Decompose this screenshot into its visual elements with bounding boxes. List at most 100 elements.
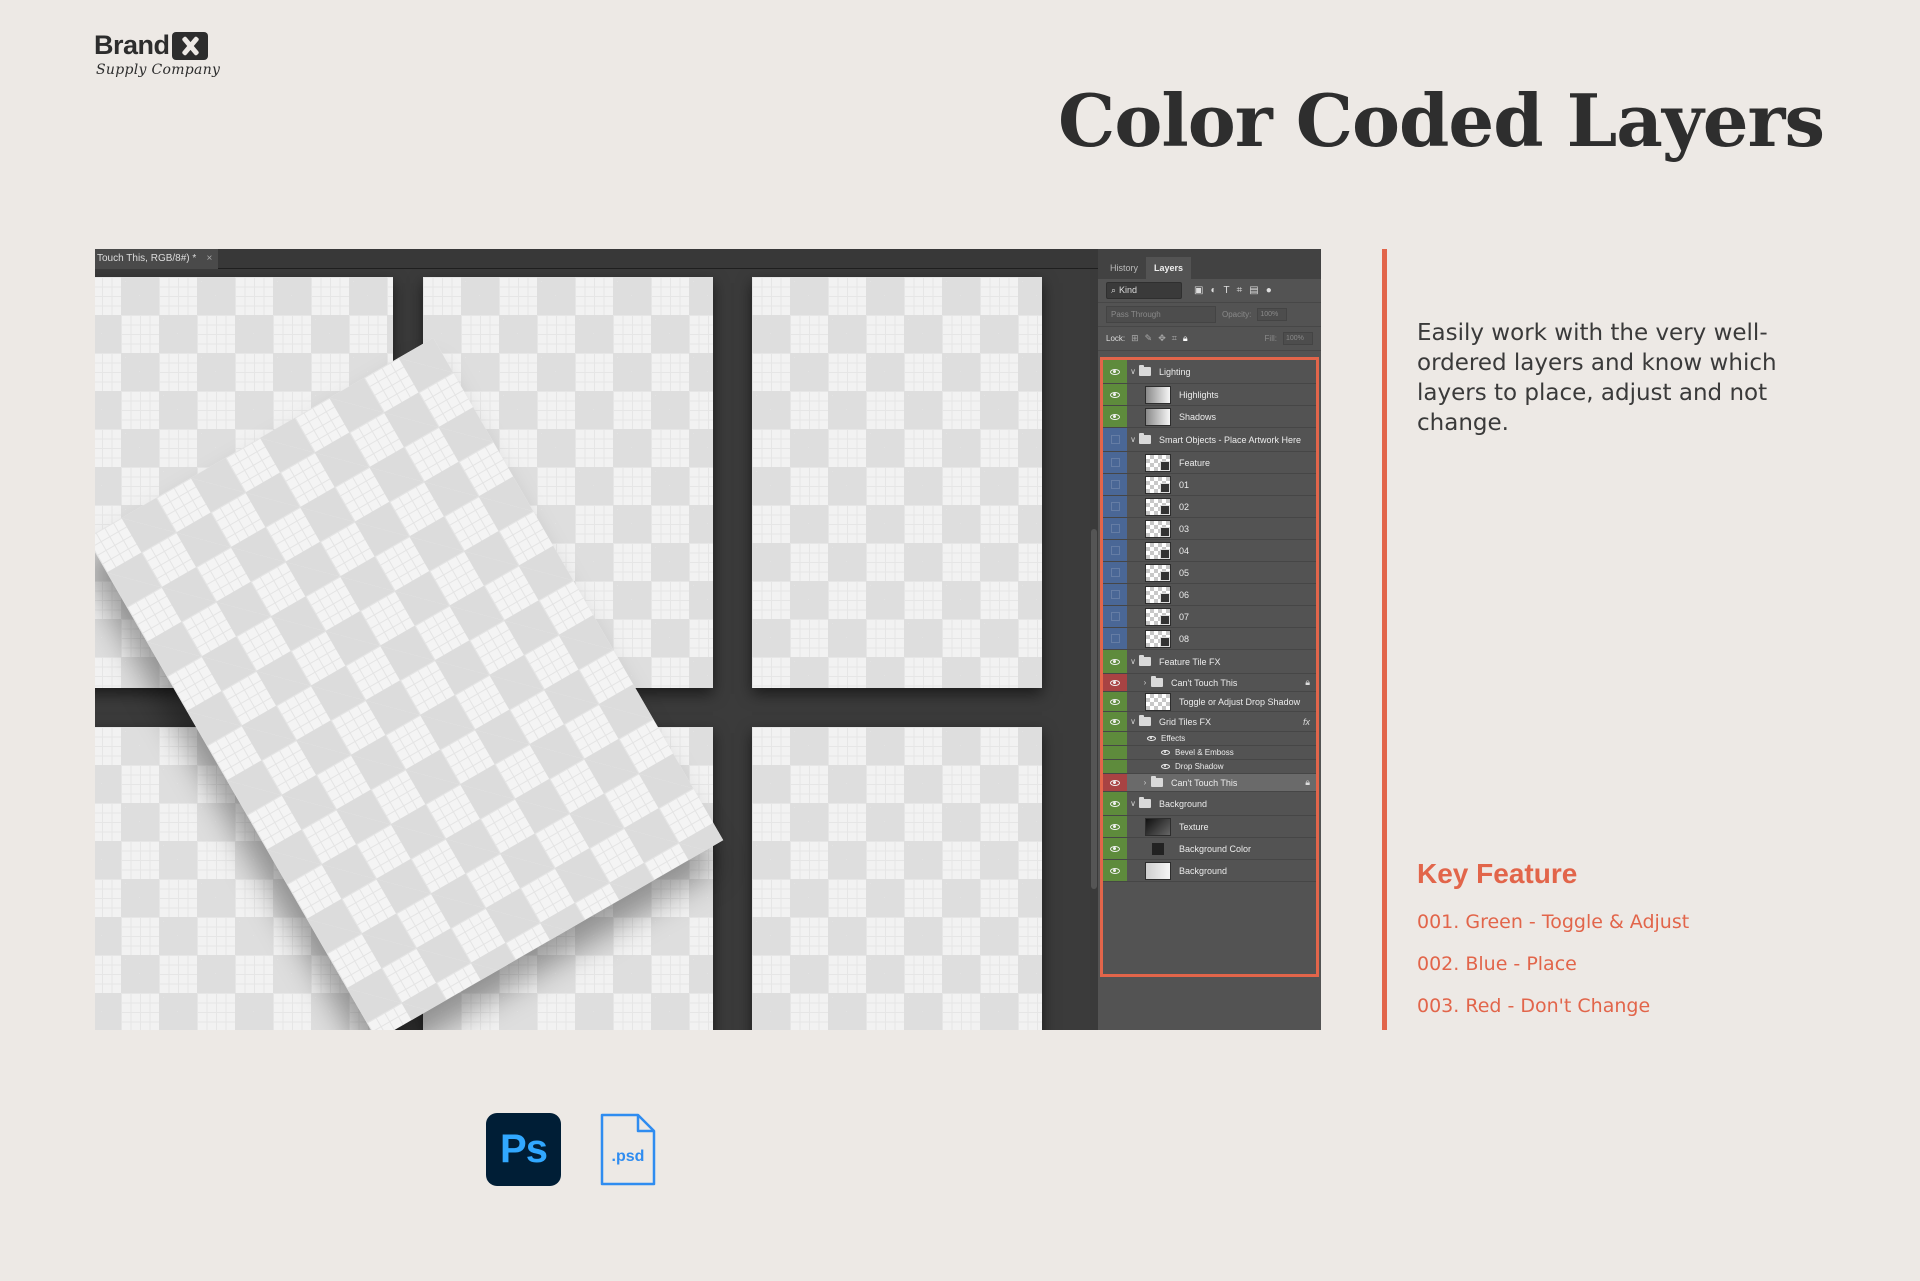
layer-visibility-toggle[interactable]	[1103, 628, 1127, 649]
layer-row[interactable]: 03	[1103, 518, 1316, 540]
layer-row[interactable]: Background	[1103, 860, 1316, 882]
layer-visibility-toggle[interactable]	[1103, 838, 1127, 859]
layer-row[interactable]: 01	[1103, 474, 1316, 496]
lock-position-icon[interactable]: ✥	[1158, 333, 1166, 344]
layer-row[interactable]: ∨ Feature Tile FX	[1103, 650, 1316, 674]
opacity-field[interactable]: 100%	[1257, 308, 1288, 321]
layer-visibility-toggle[interactable]	[1103, 606, 1127, 627]
lock-image-icon[interactable]: ✎	[1145, 333, 1153, 344]
layer-visibility-toggle[interactable]	[1103, 674, 1127, 691]
layer-visibility-toggle[interactable]	[1103, 860, 1127, 881]
layer-visibility-toggle[interactable]	[1103, 428, 1127, 451]
document-canvas[interactable]	[95, 269, 1095, 1030]
chevron-down-icon[interactable]: ∨	[1127, 657, 1139, 666]
layer-name: Can't Touch This	[1171, 777, 1238, 788]
layer-row[interactable]: Feature	[1103, 452, 1316, 474]
chevron-down-icon[interactable]: ∨	[1127, 717, 1139, 726]
filter-kind-select[interactable]: ⌕ Kind	[1106, 282, 1182, 299]
layer-thumbnail	[1145, 385, 1171, 404]
layer-visibility-toggle[interactable]	[1103, 360, 1127, 383]
layer-row[interactable]: 08	[1103, 628, 1316, 650]
document-tab-bar: Touch This, RGB/8#) * ×	[95, 249, 1190, 269]
layer-row[interactable]: › Can't Touch This 🔒︎	[1103, 674, 1316, 692]
lock-transparent-icon[interactable]: ⊞	[1131, 333, 1139, 344]
layer-row[interactable]: 06	[1103, 584, 1316, 606]
layer-row[interactable]: Background Color	[1103, 838, 1316, 860]
blend-mode-select[interactable]: Pass Through	[1106, 306, 1216, 323]
document-tab[interactable]: Touch This, RGB/8#) * ×	[95, 249, 219, 269]
layer-row[interactable]: Bevel & Emboss	[1103, 746, 1316, 760]
layer-row[interactable]: Highlights	[1103, 384, 1316, 406]
layer-row[interactable]: 07	[1103, 606, 1316, 628]
layer-visibility-toggle[interactable]	[1103, 540, 1127, 561]
layer-visibility-toggle[interactable]	[1103, 746, 1127, 759]
layer-visibility-toggle[interactable]	[1103, 496, 1127, 517]
panel-tabs: History Layers	[1098, 249, 1321, 279]
brand-name: Brand	[94, 30, 170, 60]
layer-visibility-toggle[interactable]	[1103, 732, 1127, 745]
layer-name: Grid Tiles FX	[1159, 716, 1212, 727]
layer-visibility-toggle[interactable]	[1103, 562, 1127, 583]
close-icon[interactable]: ×	[206, 253, 212, 264]
pixel-filter-icon[interactable]: ▣	[1194, 285, 1203, 296]
layer-visibility-toggle[interactable]	[1103, 584, 1127, 605]
chevron-down-icon[interactable]: ∨	[1127, 435, 1139, 444]
fx-icon[interactable]: fx	[1303, 717, 1310, 727]
layer-row[interactable]: 04	[1103, 540, 1316, 562]
canvas-scrollbar-thumb[interactable]	[1091, 529, 1097, 889]
layer-row[interactable]: Toggle or Adjust Drop Shadow	[1103, 692, 1316, 712]
layer-visibility-toggle[interactable]	[1103, 712, 1127, 731]
eye-hidden-icon	[1110, 458, 1120, 467]
layer-visibility-toggle[interactable]	[1103, 384, 1127, 405]
tab-history[interactable]: History	[1102, 257, 1146, 279]
smart-object-filter-icon[interactable]: ▤	[1249, 285, 1258, 296]
chevron-down-icon[interactable]: ∨	[1127, 799, 1139, 808]
layer-visibility-toggle[interactable]	[1103, 406, 1127, 427]
layer-row[interactable]: Drop Shadow	[1103, 760, 1316, 774]
layer-visibility-toggle[interactable]	[1103, 760, 1127, 773]
layer-visibility-toggle[interactable]	[1103, 452, 1127, 473]
lock-all-icon[interactable]: 🔒︎	[1183, 333, 1188, 344]
layer-row[interactable]: ∨ Background	[1103, 792, 1316, 816]
layer-visibility-toggle[interactable]	[1103, 792, 1127, 815]
layer-row[interactable]: 05	[1103, 562, 1316, 584]
chevron-down-icon[interactable]: ∨	[1127, 367, 1139, 376]
layer-row[interactable]: ∨ Smart Objects - Place Artwork Here	[1103, 428, 1316, 452]
layer-visibility-toggle[interactable]	[1103, 474, 1127, 495]
eye-icon	[1110, 718, 1120, 725]
layer-row[interactable]: ∨ Grid Tiles FX fx	[1103, 712, 1316, 732]
layer-row[interactable]: Texture	[1103, 816, 1316, 838]
folder-icon	[1139, 797, 1151, 808]
photoshop-screenshot: Touch This, RGB/8#) * × History Layers ⌕…	[95, 249, 1321, 1030]
layer-row[interactable]: ∨ Lighting	[1103, 360, 1316, 384]
type-filter-icon[interactable]: T	[1224, 285, 1230, 296]
layer-visibility-toggle[interactable]	[1103, 774, 1127, 791]
layer-row[interactable]: 02	[1103, 496, 1316, 518]
chevron-right-icon[interactable]: ›	[1139, 778, 1151, 787]
filter-toggle-icon[interactable]: ●	[1266, 285, 1272, 296]
layer-name: Drop Shadow	[1175, 762, 1224, 771]
layers-panel: History Layers ⌕ Kind ▣ ◐ T ⌗ ▤ ● Pass T…	[1098, 249, 1321, 1030]
adjustment-filter-icon[interactable]: ◐	[1210, 285, 1216, 296]
layer-visibility-toggle[interactable]	[1103, 816, 1127, 837]
layer-visibility-toggle[interactable]	[1103, 518, 1127, 539]
layer-visibility-toggle[interactable]	[1103, 650, 1127, 673]
eye-icon	[1110, 368, 1120, 375]
brand-subtitle: Supply Company	[96, 62, 221, 78]
layer-name: 06	[1179, 589, 1190, 600]
layer-row[interactable]: › Can't Touch This 🔒︎	[1103, 774, 1316, 792]
chevron-right-icon[interactable]: ›	[1139, 678, 1151, 687]
fill-field[interactable]: 100%	[1283, 332, 1313, 345]
shape-filter-icon[interactable]: ⌗	[1237, 285, 1243, 296]
eye-icon[interactable]	[1161, 764, 1170, 769]
layer-row[interactable]: Effects	[1103, 732, 1316, 746]
layer-name: 04	[1179, 545, 1190, 556]
eye-icon[interactable]	[1161, 750, 1170, 755]
layer-visibility-toggle[interactable]	[1103, 692, 1127, 711]
eye-hidden-icon	[1110, 480, 1120, 489]
eye-icon[interactable]	[1147, 736, 1156, 741]
layer-name: 01	[1179, 479, 1190, 490]
tab-layers[interactable]: Layers	[1146, 257, 1192, 279]
lock-artboard-icon[interactable]: ⌗	[1172, 333, 1177, 344]
layer-row[interactable]: Shadows	[1103, 406, 1316, 428]
